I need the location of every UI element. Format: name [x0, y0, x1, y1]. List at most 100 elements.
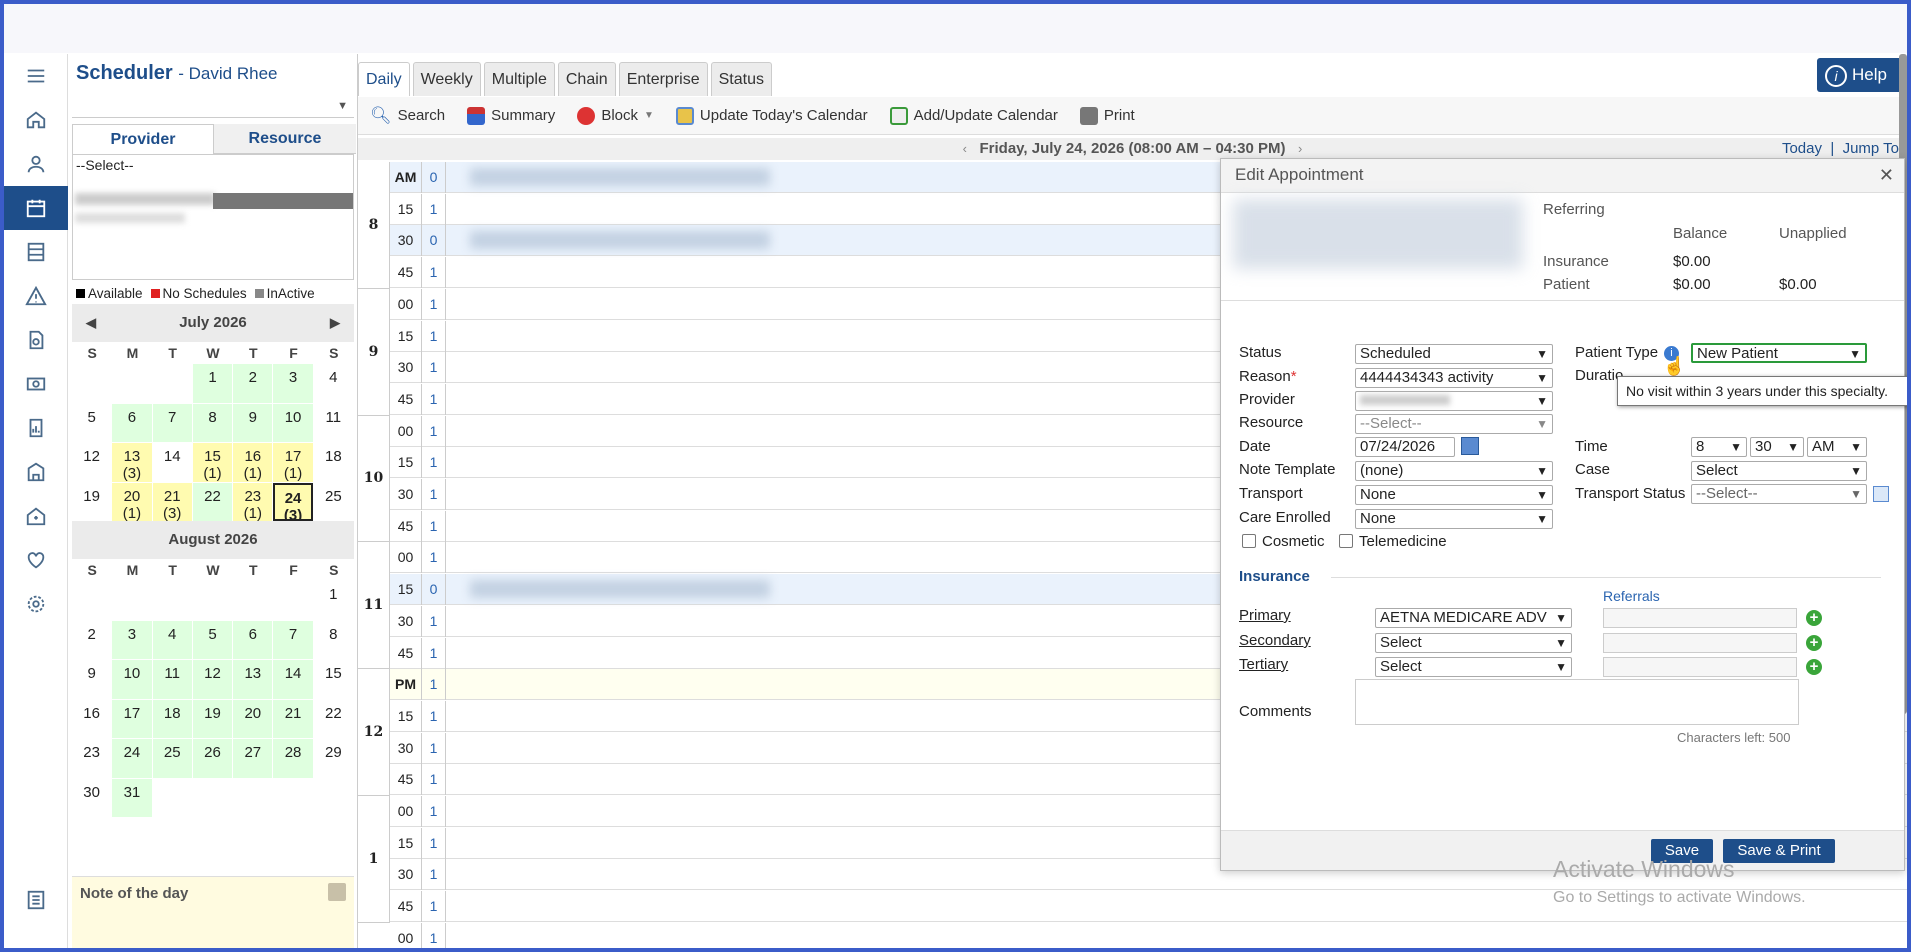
primary-referral-input[interactable]	[1603, 608, 1797, 628]
case-select[interactable]: Select ▼	[1691, 461, 1867, 481]
calendar-day[interactable]: 17 (1)	[273, 443, 313, 482]
calendar-day[interactable]: 1	[192, 364, 233, 403]
calendar-day[interactable]: 19	[192, 699, 233, 738]
location-select[interactable]: ▼	[72, 96, 354, 118]
calendar-day[interactable]: 26	[192, 739, 233, 778]
calendar-day[interactable]: 12	[192, 660, 233, 699]
calendar-day[interactable]: 19	[72, 483, 111, 522]
calendar-day[interactable]: 22	[314, 700, 353, 739]
appointment-blurred[interactable]	[470, 168, 770, 186]
calendar-day[interactable]: 24 (3)	[273, 482, 313, 523]
block-button[interactable]: Block ▼	[577, 106, 654, 125]
add-update-calendar-button[interactable]: Add/Update Calendar	[889, 106, 1058, 125]
calendar-day[interactable]: 3	[273, 364, 313, 403]
provider-list[interactable]: --Select--	[72, 154, 354, 280]
summary-button[interactable]: Summary	[467, 106, 555, 125]
home-icon[interactable]	[4, 98, 68, 142]
calendar-day[interactable]: 9	[233, 403, 273, 442]
calendar-day[interactable]: 5	[72, 404, 111, 443]
resource-select[interactable]: --Select-- ▼	[1355, 414, 1553, 434]
calendar-day[interactable]: 28	[273, 739, 313, 778]
secondary-referral-input[interactable]	[1603, 633, 1797, 653]
time-minute-select[interactable]: 30 ▼	[1750, 437, 1804, 457]
calendar-day[interactable]: 9	[72, 660, 111, 699]
status-select[interactable]: Scheduled ▼	[1355, 344, 1553, 364]
add-tertiary-referral-icon[interactable]: +	[1806, 659, 1822, 675]
tertiary-insurance-select[interactable]: Select ▼	[1375, 657, 1572, 677]
calendar-day[interactable]: 22	[192, 482, 233, 521]
calendar-day[interactable]: 24	[112, 739, 152, 778]
comments-textarea[interactable]	[1355, 679, 1799, 725]
time-ampm-select[interactable]: AM ▼	[1807, 437, 1867, 457]
calendar-day[interactable]: 6	[112, 403, 152, 442]
calendar-day[interactable]: 6	[233, 620, 273, 659]
provider-list-item[interactable]: --Select--	[76, 157, 350, 173]
calendar-day[interactable]: 4	[314, 364, 353, 403]
today-link[interactable]: Today	[1782, 140, 1822, 157]
next-month-icon[interactable]: ▶	[330, 304, 340, 342]
calendar-day[interactable]: 21	[273, 699, 313, 738]
gear-icon[interactable]	[4, 582, 68, 626]
primary-insurance-link[interactable]: Primary	[1239, 607, 1291, 624]
tab-daily[interactable]: Daily	[358, 62, 410, 96]
calendar-day[interactable]: 29	[314, 739, 353, 778]
calendar-day[interactable]: 2	[72, 621, 111, 660]
calendar-day[interactable]: 8	[192, 403, 233, 442]
calendar-day[interactable]: 17	[112, 699, 152, 738]
reports-icon[interactable]	[4, 406, 68, 450]
provider-list-item-selected[interactable]	[213, 193, 353, 209]
calendar-day[interactable]: 25	[152, 739, 192, 778]
add-secondary-referral-icon[interactable]: +	[1806, 635, 1822, 651]
calendar-day[interactable]: 20	[233, 699, 273, 738]
facility-icon[interactable]	[4, 494, 68, 538]
calendar-day[interactable]: 15 (1)	[192, 443, 233, 482]
calendar-day[interactable]: 1	[314, 581, 353, 620]
print-button[interactable]: Print	[1079, 106, 1135, 125]
billing-icon[interactable]	[4, 362, 68, 406]
patient-type-select[interactable]: New Patient ▼	[1691, 343, 1867, 363]
calendar-day[interactable]: 30	[72, 779, 111, 818]
calendar-day[interactable]: 25	[314, 483, 353, 522]
calendar-day[interactable]: 14	[273, 660, 313, 699]
calendar-day[interactable]: 20 (1)	[112, 482, 152, 521]
menu-icon[interactable]	[4, 54, 68, 98]
tertiary-insurance-link[interactable]: Tertiary	[1239, 656, 1288, 673]
calendar-picker-icon[interactable]	[1461, 437, 1479, 455]
calendar-day[interactable]: 12	[72, 443, 111, 482]
calendar-day[interactable]: 10	[273, 403, 313, 442]
calendar-day[interactable]: 18	[152, 699, 192, 738]
tab-weekly[interactable]: Weekly	[412, 62, 481, 96]
alert-icon[interactable]	[4, 274, 68, 318]
calendar-day[interactable]: 2	[233, 364, 273, 403]
calendar-day[interactable]: 15	[314, 660, 353, 699]
tab-enterprise[interactable]: Enterprise	[618, 62, 708, 96]
calendar-day[interactable]: 18	[314, 443, 353, 482]
provider-list-item-blurred[interactable]	[75, 193, 215, 205]
secondary-insurance-link[interactable]: Secondary	[1239, 632, 1311, 649]
patient-icon[interactable]	[4, 142, 68, 186]
tab-provider[interactable]: Provider	[72, 124, 214, 154]
calendar-day[interactable]: 13	[233, 660, 273, 699]
transport-select[interactable]: None ▼	[1355, 485, 1553, 505]
calendar-day[interactable]: 23	[72, 739, 111, 778]
save-note-icon[interactable]	[328, 883, 346, 901]
calendar-day[interactable]: 11	[314, 404, 353, 443]
care-enrolled-select[interactable]: None ▼	[1355, 509, 1553, 529]
calendar-day[interactable]: 3	[112, 620, 152, 659]
calendar-day[interactable]: 16 (1)	[233, 443, 273, 482]
calendar-day[interactable]: 8	[314, 621, 353, 660]
calendar-day[interactable]: 11	[152, 660, 192, 699]
transport-status-grid-icon[interactable]	[1873, 486, 1889, 502]
calendar-day[interactable]: 31	[112, 778, 152, 817]
calendar-day[interactable]: 27	[233, 739, 273, 778]
close-icon[interactable]: ✕	[1879, 159, 1894, 191]
prev-month-icon[interactable]: ◀	[86, 304, 96, 342]
note-of-the-day[interactable]: Note of the day	[72, 876, 354, 948]
cosmetic-checkbox[interactable]	[1242, 534, 1256, 548]
provider-list-item-blurred[interactable]	[75, 213, 185, 223]
telemedicine-checkbox[interactable]	[1339, 534, 1353, 548]
calendar-icon[interactable]	[4, 186, 68, 230]
time-hour-select[interactable]: 8 ▼	[1691, 437, 1747, 457]
reason-select[interactable]: 4444434343 activity ▼	[1355, 368, 1553, 388]
transport-status-select[interactable]: --Select-- ▼	[1691, 484, 1867, 504]
